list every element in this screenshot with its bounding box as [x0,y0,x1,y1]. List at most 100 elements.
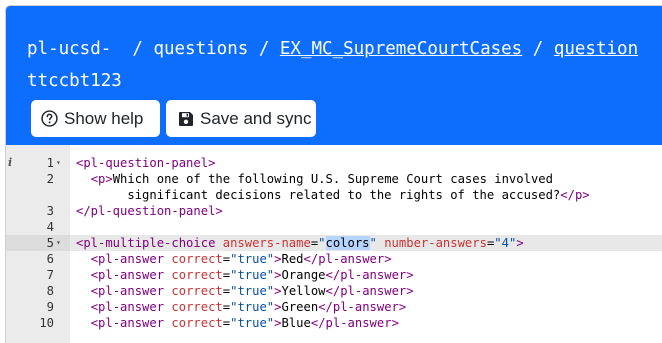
code-text: <pl-answer correct="true">Blue</pl-answe… [76,315,399,331]
code-token: "true" [230,252,275,266]
code-line[interactable]: 7 <pl-answer correct="true">Orange</pl-a… [6,267,662,283]
line-number: 5 [46,236,54,250]
code-line[interactable]: significant decisions related to the rig… [6,187,662,203]
line-gutter: 10 [6,315,70,331]
code-token: correct [171,300,223,314]
code-token: </pl-answer> [325,268,414,282]
code-text: <p>Which one of the following U.S. Supre… [76,171,553,187]
breadcrumb-separator: / [522,39,554,59]
show-help-label: Show help [64,108,144,128]
code-line[interactable]: 2 <p>Which one of the following U.S. Sup… [6,171,662,187]
breadcrumb-separator: / [248,39,280,59]
line-gutter: i 1 ▾ [6,155,70,171]
save-and-sync-label: Save and sync [200,108,312,128]
code-token: <pl-question-panel> [76,156,216,170]
line-number: 4 [46,220,54,234]
code-text: <pl-question-panel> [76,155,215,171]
line-gutter: 6 [6,251,70,267]
code-line[interactable]: 5 ▾ <pl-multiple-choice answers-name="colo… [6,235,662,251]
code-line[interactable]: 6 <pl-answer correct="true">Red</pl-answ… [6,251,662,267]
line-gutter: 8 [6,283,70,299]
code-token: > [516,236,524,250]
code-token: <pl-answer [90,252,172,266]
code-token: " [369,236,377,250]
code-token: correct [171,316,223,330]
breadcrumb-separator: / [111,39,154,59]
line-gutter: 5 ▾ [6,235,70,251]
code-token: "true" [230,268,275,282]
code-token: correct [171,268,223,282]
code-text: significant decisions related to the rig… [76,187,590,203]
question-editor-panel: pl-ucsd- / questions / EX_MC_SupremeCour… [5,5,662,343]
line-number: 2 [46,172,54,186]
code-line[interactable]: 9 <pl-answer correct="true">Green</pl-an… [6,299,662,315]
code-token: <pl-answer [90,268,172,282]
code-token: </p> [560,188,590,202]
code-token: Orange [281,268,326,282]
code-token: > [274,316,282,330]
line-gutter: 2 [6,171,70,187]
code-token: Yellow [281,284,326,298]
code-line[interactable]: i 1 ▾ <pl-question-panel> [6,155,662,171]
code-token: colors [325,236,370,250]
breadcrumb-question-link[interactable]: EX_MC_SupremeCourtCases [280,39,522,59]
code-line[interactable]: 10 <pl-answer correct="true">Blue</pl-an… [6,315,662,331]
info-annotation-icon[interactable]: i [8,155,12,171]
line-gutter: 4 [6,219,70,235]
code-line[interactable]: 3 </pl-question-panel> [6,203,662,219]
code-token: <pl-multiple-choice [76,236,223,250]
line-number: 3 [46,204,54,218]
code-line[interactable]: 8 <pl-answer correct="true">Yellow</pl-a… [6,283,662,299]
code-token: Red [281,252,304,266]
code-token: significant decisions related to the rig… [76,188,561,202]
code-token: "true" [230,316,275,330]
line-number: 8 [46,284,54,298]
code-token: "true" [230,300,275,314]
show-help-button[interactable]: Show help [31,100,160,137]
code-token: </pl-answer> [303,252,392,266]
line-number: 1 [46,156,54,170]
code-text: <pl-answer correct="true">Orange</pl-ans… [76,267,414,283]
code-line[interactable]: 4 [6,219,662,235]
line-number: 7 [46,268,54,282]
code-token: <pl-answer [90,316,172,330]
code-token: answers-name [222,236,311,250]
code-token: "true" [230,284,275,298]
code-token: " [318,236,326,250]
code-token: <pl-answer [90,300,172,314]
code-token: Blue [281,316,311,330]
code-token: > [274,284,282,298]
code-text: <pl-answer correct="true">Yellow</pl-ans… [76,283,414,299]
line-number: 10 [39,316,54,330]
code-token: correct [171,252,223,266]
code-text: <pl-answer correct="true">Red</pl-answer… [76,251,392,267]
code-token: > [274,252,282,266]
code-text: <pl-multiple-choice answers-name="colors… [76,235,524,251]
code-token: </pl-answer> [318,300,407,314]
code-token: "4" [494,236,517,250]
code-token: <p> [90,172,113,186]
fold-toggle-icon[interactable]: ▾ [56,235,61,251]
code-token: Which one of the following U.S. Supreme … [112,172,553,186]
fold-toggle-icon[interactable]: ▾ [56,155,61,171]
code-token: > [274,268,282,282]
code-token: > [274,300,282,314]
code-token: Green [281,300,319,314]
code-text: </pl-question-panel> [76,203,223,219]
breadcrumb-question-settings-link[interactable]: question [554,39,638,59]
line-gutter [6,187,70,203]
floppy-disk-icon [178,111,194,127]
breadcrumb-course: pl-ucsd- [27,39,112,59]
save-and-sync-button[interactable]: Save and sync [166,100,316,137]
code-token: correct [171,284,223,298]
line-gutter: 9 [6,299,70,315]
code-token: number-answers [384,236,487,250]
code-token: </pl-answer> [325,284,414,298]
code-editor[interactable]: i 1 ▾ <pl-question-panel> 2 <p>Which one of … [6,145,662,343]
line-gutter: 7 [6,267,70,283]
